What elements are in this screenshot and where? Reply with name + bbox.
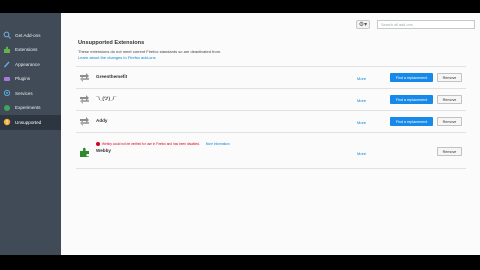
sidebar-item-label: Services <box>15 90 33 96</box>
extension-list: Greenthemefit More Find a replacement Re… <box>76 66 466 169</box>
list-item: ¯\_(ツ)_/¯ More Find a replacement Remove <box>76 88 466 110</box>
find-replacement-button[interactable]: Find a replacement <box>390 73 433 82</box>
sidebar-item-get-addons[interactable]: Get Add-ons <box>0 28 61 43</box>
list-item: Greenthemefit More Find a replacement Re… <box>76 66 466 88</box>
flask-icon <box>3 104 11 112</box>
warning-icon <box>96 142 100 146</box>
sidebar-item-label: Get Add-ons <box>15 32 41 38</box>
list-item: Webby could not be verified for use in F… <box>76 132 466 169</box>
sidebar-item-label: Plugins <box>15 76 31 82</box>
remove-button[interactable]: Remove <box>437 73 462 82</box>
addons-manager-window: Get Add-ons Extensions Appearance Plugin… <box>0 13 480 255</box>
page-description: These extensions do not meet current Fir… <box>78 49 222 54</box>
warning-text: Webby could not be verified for use in F… <box>102 142 200 146</box>
extension-name: ¯\_(ツ)_/¯ <box>96 96 117 101</box>
find-replacement-button[interactable]: Find a replacement <box>390 117 433 126</box>
sidebar: Get Add-ons Extensions Appearance Plugin… <box>0 13 61 255</box>
sidebar-item-label: Extensions <box>15 47 38 53</box>
more-link[interactable]: More <box>357 120 366 125</box>
warning-icon <box>3 118 11 126</box>
sidebar-item-experiments[interactable]: Experiments <box>0 101 61 116</box>
sidebar-item-extensions[interactable]: Extensions <box>0 43 61 58</box>
gear-icon: ⚙▾ <box>358 22 368 28</box>
brush-icon <box>3 60 11 68</box>
search-input[interactable]: Search all add-ons <box>377 20 475 29</box>
arrows-icon <box>79 94 90 105</box>
remove-button[interactable]: Remove <box>437 147 462 156</box>
more-link[interactable]: More <box>357 98 366 103</box>
main-content: ⚙▾ Search all add-ons Unsupported Extens… <box>61 13 480 255</box>
more-link[interactable]: More <box>357 151 366 156</box>
verification-warning: Webby could not be verified for use in F… <box>96 142 230 146</box>
puzzle-icon <box>79 147 90 158</box>
get-addons-icon <box>3 31 11 40</box>
plugin-icon <box>3 75 11 83</box>
remove-button[interactable]: Remove <box>437 117 462 126</box>
sidebar-item-label: Appearance <box>15 61 40 67</box>
more-link[interactable]: More <box>357 76 366 81</box>
sidebar-item-plugins[interactable]: Plugins <box>0 72 61 87</box>
tools-menu-button[interactable]: ⚙▾ <box>356 20 370 29</box>
find-replacement-button[interactable]: Find a replacement <box>390 95 433 104</box>
puzzle-icon <box>3 46 11 54</box>
list-item: Addy More Find a replacement Remove <box>76 110 466 132</box>
arrows-icon <box>79 116 90 127</box>
services-icon <box>3 89 11 97</box>
sidebar-item-appearance[interactable]: Appearance <box>0 57 61 72</box>
more-information-link[interactable]: More information <box>206 142 230 146</box>
extension-name: Greenthemefit <box>96 74 128 79</box>
arrows-icon <box>79 72 90 83</box>
sidebar-item-unsupported[interactable]: Unsupported <box>0 115 61 130</box>
learn-more-link[interactable]: Learn about the changes to Firefox add-o… <box>78 55 156 60</box>
page-title: Unsupported Extensions <box>78 40 145 46</box>
extension-name: Addy <box>96 118 108 123</box>
sidebar-item-services[interactable]: Services <box>0 86 61 101</box>
extension-name: Webby <box>96 148 111 153</box>
toolbar: ⚙▾ Search all add-ons <box>61 13 480 33</box>
remove-button[interactable]: Remove <box>437 95 462 104</box>
sidebar-item-label: Unsupported <box>15 119 42 125</box>
sidebar-item-label: Experiments <box>15 105 41 111</box>
